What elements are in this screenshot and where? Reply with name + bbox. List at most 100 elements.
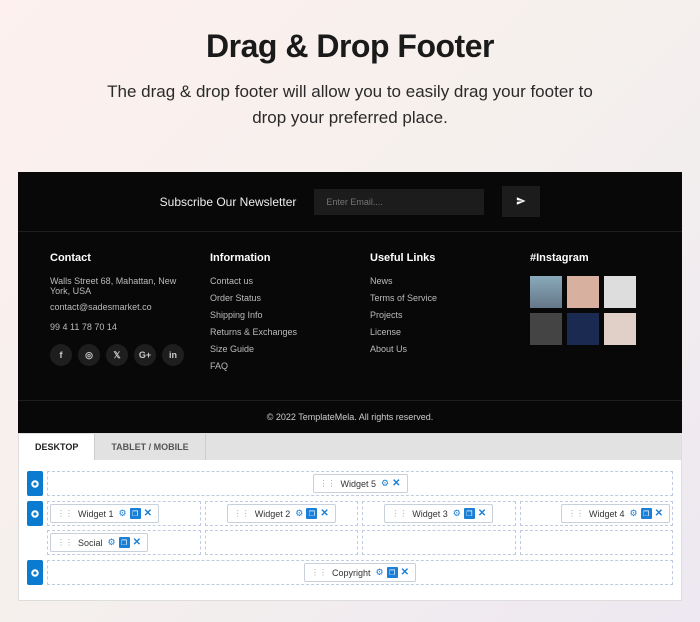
- footer-builder: DESKTOP TABLET / MOBILE ⋮⋮ Widget 5 ⚙ ✕: [18, 433, 682, 601]
- builder-cell[interactable]: ⋮⋮ Social ⚙❐✕: [47, 530, 201, 555]
- instagram-thumb[interactable]: [567, 313, 599, 345]
- contact-address: Walls Street 68, Mahattan, New York, USA: [50, 276, 184, 296]
- builder-cell[interactable]: ⋮⋮ Widget 4 ⚙❐✕: [520, 501, 674, 526]
- close-icon[interactable]: ✕: [401, 567, 409, 578]
- newsletter-label: Subscribe Our Newsletter: [160, 195, 297, 209]
- close-icon[interactable]: ✕: [392, 478, 400, 489]
- row-settings-handle[interactable]: [27, 501, 43, 526]
- drag-icon: ⋮⋮: [234, 509, 250, 518]
- instagram-thumb[interactable]: [530, 276, 562, 308]
- widget-block-widget5[interactable]: ⋮⋮ Widget 5 ⚙ ✕: [313, 474, 408, 493]
- widget-block-copyright[interactable]: ⋮⋮ Copyright ⚙❐✕: [304, 563, 416, 582]
- gear-icon[interactable]: ⚙: [630, 508, 638, 519]
- builder-cell[interactable]: [362, 530, 516, 555]
- widget-label: Widget 5: [341, 479, 377, 489]
- instagram-grid: [530, 276, 650, 345]
- builder-cell[interactable]: ⋮⋮ Widget 1 ⚙❐✕: [47, 501, 201, 526]
- footer-copyright: © 2022 TemplateMela. All rights reserved…: [18, 400, 682, 433]
- info-link[interactable]: Returns & Exchanges: [210, 327, 344, 337]
- facebook-icon[interactable]: f: [50, 344, 72, 366]
- info-link[interactable]: FAQ: [210, 361, 344, 371]
- builder-cell[interactable]: [520, 530, 674, 555]
- drag-icon: ⋮⋮: [311, 568, 327, 577]
- newsletter-send-button[interactable]: [502, 186, 540, 217]
- builder-cell[interactable]: ⋮⋮ Widget 2 ⚙❐✕: [205, 501, 359, 526]
- builder-row: ⋮⋮ Copyright ⚙❐✕: [27, 560, 673, 585]
- gear-icon[interactable]: ⚙: [381, 478, 389, 489]
- builder-tabs: DESKTOP TABLET / MOBILE: [19, 434, 681, 460]
- page-title: Drag & Drop Footer: [40, 28, 660, 65]
- tab-desktop[interactable]: DESKTOP: [19, 434, 95, 460]
- duplicate-icon[interactable]: ❐: [119, 537, 130, 548]
- duplicate-icon[interactable]: ❐: [130, 508, 141, 519]
- widget-label: Copyright: [332, 568, 371, 578]
- newsletter-bar: Subscribe Our Newsletter: [18, 172, 682, 232]
- tab-tablet-mobile[interactable]: TABLET / MOBILE: [95, 434, 205, 460]
- drag-icon: ⋮⋮: [57, 509, 73, 518]
- useful-link[interactable]: Projects: [370, 310, 504, 320]
- twitter-icon[interactable]: 𝕏: [106, 344, 128, 366]
- footer-col-instagram: #Instagram: [530, 252, 650, 378]
- googleplus-icon[interactable]: G+: [134, 344, 156, 366]
- close-icon[interactable]: ✕: [655, 508, 663, 519]
- duplicate-icon[interactable]: ❐: [641, 508, 652, 519]
- gear-icon[interactable]: ⚙: [453, 508, 461, 519]
- builder-cell[interactable]: ⋮⋮ Widget 3 ⚙❐✕: [362, 501, 516, 526]
- drag-icon: ⋮⋮: [391, 509, 407, 518]
- close-icon[interactable]: ✕: [144, 508, 152, 519]
- gear-icon[interactable]: ⚙: [376, 567, 384, 578]
- useful-link[interactable]: About Us: [370, 344, 504, 354]
- instagram-thumb[interactable]: [530, 313, 562, 345]
- builder-cell[interactable]: ⋮⋮ Copyright ⚙❐✕: [47, 560, 673, 585]
- widget-label: Widget 3: [412, 509, 448, 519]
- contact-email: contact@sadesmarket.co: [50, 302, 184, 312]
- footer-col-contact: Contact Walls Street 68, Mahattan, New Y…: [50, 252, 184, 378]
- widget-block-widget4[interactable]: ⋮⋮ Widget 4 ⚙❐✕: [561, 504, 670, 523]
- builder-cell[interactable]: [205, 530, 359, 555]
- gear-icon[interactable]: ⚙: [295, 508, 303, 519]
- info-link[interactable]: Order Status: [210, 293, 344, 303]
- footer-col-useful: Useful Links News Terms of Service Proje…: [370, 252, 504, 378]
- footer-col-information: Information Contact us Order Status Ship…: [210, 252, 344, 378]
- close-icon[interactable]: ✕: [133, 537, 141, 548]
- builder-row: ⋮⋮ Widget 1 ⚙❐✕ ⋮⋮ Widget 2 ⚙❐✕ ⋮⋮ W: [27, 501, 673, 526]
- instagram-heading: #Instagram: [530, 252, 650, 264]
- widget-block-widget1[interactable]: ⋮⋮ Widget 1 ⚙❐✕: [50, 504, 159, 523]
- duplicate-icon[interactable]: ❐: [387, 567, 398, 578]
- useful-link[interactable]: Terms of Service: [370, 293, 504, 303]
- drag-icon: ⋮⋮: [568, 509, 584, 518]
- info-link[interactable]: Shipping Info: [210, 310, 344, 320]
- builder-row: ⋮⋮ Widget 5 ⚙ ✕: [27, 471, 673, 496]
- widget-label: Widget 1: [78, 509, 114, 519]
- instagram-thumb[interactable]: [567, 276, 599, 308]
- useful-link[interactable]: License: [370, 327, 504, 337]
- close-icon[interactable]: ✕: [320, 508, 328, 519]
- contact-heading: Contact: [50, 252, 184, 264]
- instagram-icon[interactable]: ◎: [78, 344, 100, 366]
- widget-block-widget3[interactable]: ⋮⋮ Widget 3 ⚙❐✕: [384, 504, 493, 523]
- info-link[interactable]: Size Guide: [210, 344, 344, 354]
- instagram-thumb[interactable]: [604, 276, 636, 308]
- contact-phone: 99 4 11 78 70 14: [50, 322, 184, 332]
- row-settings-handle[interactable]: [27, 560, 43, 585]
- useful-heading: Useful Links: [370, 252, 504, 264]
- page-subtitle: The drag & drop footer will allow you to…: [90, 79, 610, 130]
- info-link[interactable]: Contact us: [210, 276, 344, 286]
- information-heading: Information: [210, 252, 344, 264]
- duplicate-icon[interactable]: ❐: [464, 508, 475, 519]
- row-settings-handle[interactable]: [27, 471, 43, 496]
- builder-cell[interactable]: ⋮⋮ Widget 5 ⚙ ✕: [47, 471, 673, 496]
- duplicate-icon[interactable]: ❐: [306, 508, 317, 519]
- widget-block-social[interactable]: ⋮⋮ Social ⚙❐✕: [50, 533, 148, 552]
- linkedin-icon[interactable]: in: [162, 344, 184, 366]
- widget-label: Widget 4: [589, 509, 625, 519]
- gear-icon[interactable]: ⚙: [108, 537, 116, 548]
- instagram-thumb[interactable]: [604, 313, 636, 345]
- widget-block-widget2[interactable]: ⋮⋮ Widget 2 ⚙❐✕: [227, 504, 336, 523]
- gear-icon[interactable]: ⚙: [119, 508, 127, 519]
- widget-label: Widget 2: [255, 509, 291, 519]
- newsletter-email-input[interactable]: [314, 189, 484, 215]
- useful-link[interactable]: News: [370, 276, 504, 286]
- drag-icon: ⋮⋮: [57, 538, 73, 547]
- close-icon[interactable]: ✕: [478, 508, 486, 519]
